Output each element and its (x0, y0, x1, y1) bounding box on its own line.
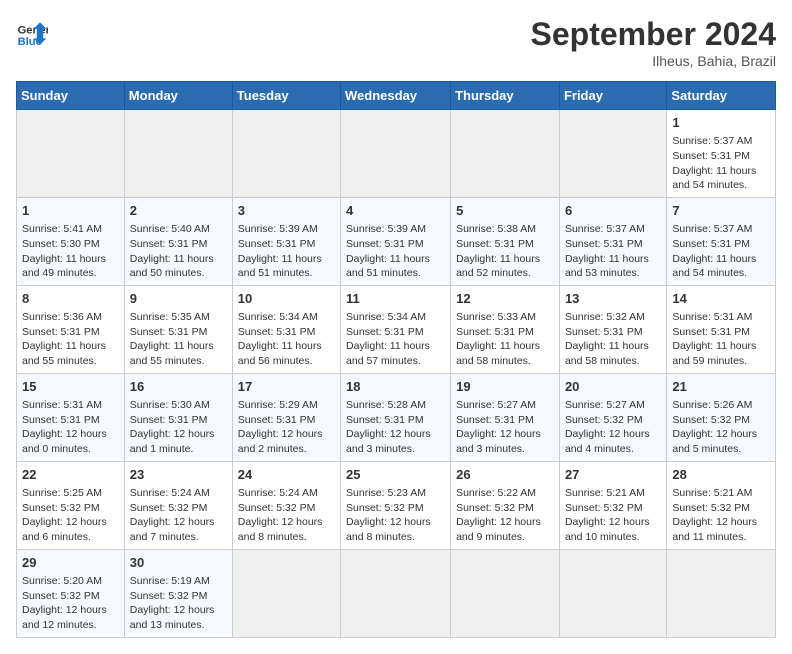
col-friday: Friday (559, 82, 666, 110)
table-row: 27 Sunrise: 5:21 AMSunset: 5:32 PMDaylig… (559, 461, 666, 549)
table-row: 24 Sunrise: 5:24 AMSunset: 5:32 PMDaylig… (232, 461, 340, 549)
table-row: 1 Sunrise: 5:37 AMSunset: 5:31 PMDayligh… (17, 110, 776, 198)
table-row: 20 Sunrise: 5:27 AMSunset: 5:32 PMDaylig… (559, 373, 666, 461)
table-row (559, 110, 666, 198)
table-row: 13 Sunrise: 5:32 AMSunset: 5:31 PMDaylig… (559, 285, 666, 373)
logo: General Blue (16, 16, 52, 48)
table-row: 16 Sunrise: 5:30 AMSunset: 5:31 PMDaylig… (124, 373, 232, 461)
table-row (667, 549, 776, 637)
table-row (232, 110, 340, 198)
table-row (17, 110, 125, 198)
table-row: 15 Sunrise: 5:31 AMSunset: 5:31 PMDaylig… (17, 373, 125, 461)
table-row: 10 Sunrise: 5:34 AMSunset: 5:31 PMDaylig… (232, 285, 340, 373)
table-row: 1 Sunrise: 5:37 AMSunset: 5:31 PMDayligh… (667, 110, 776, 198)
table-row: 29 Sunrise: 5:20 AMSunset: 5:32 PMDaylig… (17, 549, 776, 637)
col-wednesday: Wednesday (341, 82, 451, 110)
table-row (124, 110, 232, 198)
table-row: 14 Sunrise: 5:31 AMSunset: 5:31 PMDaylig… (667, 285, 776, 373)
table-row (341, 549, 451, 637)
table-row: 25 Sunrise: 5:23 AMSunset: 5:32 PMDaylig… (341, 461, 451, 549)
table-row: 4 Sunrise: 5:39 AMSunset: 5:31 PMDayligh… (341, 197, 451, 285)
title-block: September 2024 Ilheus, Bahia, Brazil (531, 16, 776, 69)
table-row: 3 Sunrise: 5:39 AMSunset: 5:31 PMDayligh… (232, 197, 340, 285)
page-header: General Blue September 2024 Ilheus, Bahi… (16, 16, 776, 69)
location: Ilheus, Bahia, Brazil (531, 53, 776, 69)
col-saturday: Saturday (667, 82, 776, 110)
table-row: 1 Sunrise: 5:41 AMSunset: 5:30 PMDayligh… (17, 197, 125, 285)
table-row: 22 Sunrise: 5:25 AMSunset: 5:32 PMDaylig… (17, 461, 776, 549)
table-row: 6 Sunrise: 5:37 AMSunset: 5:31 PMDayligh… (559, 197, 666, 285)
table-row: 21 Sunrise: 5:26 AMSunset: 5:32 PMDaylig… (667, 373, 776, 461)
table-row (451, 110, 560, 198)
table-row: 29 Sunrise: 5:20 AMSunset: 5:32 PMDaylig… (17, 549, 125, 637)
table-row: 30 Sunrise: 5:19 AMSunset: 5:32 PMDaylig… (124, 549, 232, 637)
table-row (341, 110, 451, 198)
col-monday: Monday (124, 82, 232, 110)
table-row: 7 Sunrise: 5:37 AMSunset: 5:31 PMDayligh… (667, 197, 776, 285)
table-row: 8 Sunrise: 5:36 AMSunset: 5:31 PMDayligh… (17, 285, 776, 373)
col-sunday: Sunday (17, 82, 125, 110)
table-row: 22 Sunrise: 5:25 AMSunset: 5:32 PMDaylig… (17, 461, 125, 549)
table-row: 23 Sunrise: 5:24 AMSunset: 5:32 PMDaylig… (124, 461, 232, 549)
table-row: 8 Sunrise: 5:36 AMSunset: 5:31 PMDayligh… (17, 285, 125, 373)
month-title: September 2024 (531, 16, 776, 53)
table-row: 19 Sunrise: 5:27 AMSunset: 5:31 PMDaylig… (451, 373, 560, 461)
table-row: 12 Sunrise: 5:33 AMSunset: 5:31 PMDaylig… (451, 285, 560, 373)
table-row: 1 Sunrise: 5:41 AMSunset: 5:30 PMDayligh… (17, 197, 776, 285)
table-row: 18 Sunrise: 5:28 AMSunset: 5:31 PMDaylig… (341, 373, 451, 461)
table-row: 5 Sunrise: 5:38 AMSunset: 5:31 PMDayligh… (451, 197, 560, 285)
logo-icon: General Blue (16, 16, 48, 48)
table-row: 11 Sunrise: 5:34 AMSunset: 5:31 PMDaylig… (341, 285, 451, 373)
table-row: 15 Sunrise: 5:31 AMSunset: 5:31 PMDaylig… (17, 373, 776, 461)
table-row: 9 Sunrise: 5:35 AMSunset: 5:31 PMDayligh… (124, 285, 232, 373)
col-tuesday: Tuesday (232, 82, 340, 110)
col-thursday: Thursday (451, 82, 560, 110)
table-row: 2 Sunrise: 5:40 AMSunset: 5:31 PMDayligh… (124, 197, 232, 285)
table-row: 17 Sunrise: 5:29 AMSunset: 5:31 PMDaylig… (232, 373, 340, 461)
table-row (559, 549, 666, 637)
table-row: 26 Sunrise: 5:22 AMSunset: 5:32 PMDaylig… (451, 461, 560, 549)
table-row (232, 549, 340, 637)
calendar-table: Sunday Monday Tuesday Wednesday Thursday… (16, 81, 776, 638)
table-row: 28 Sunrise: 5:21 AMSunset: 5:32 PMDaylig… (667, 461, 776, 549)
table-row (451, 549, 560, 637)
